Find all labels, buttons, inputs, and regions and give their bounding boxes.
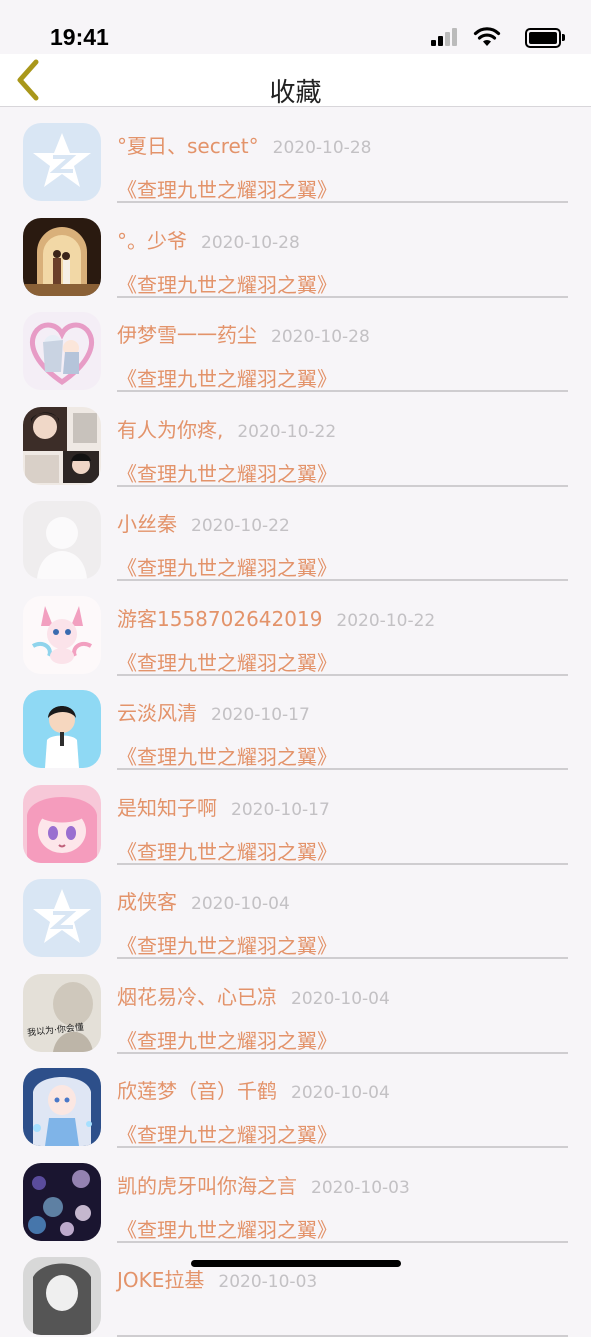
favorite-date: 2020-10-22 (237, 421, 337, 442)
user-name-text: 有人为你疼, (117, 417, 224, 442)
cellular-signal-icon (431, 28, 459, 46)
book-title-link[interactable]: 《查理九世之耀羽之翼》 (117, 363, 337, 392)
favorite-date: 2020-10-04 (191, 894, 290, 914)
user-name-text: 成侠客 (117, 890, 177, 914)
user-name: °夏日、secret° 2020-10-28 (117, 130, 371, 159)
cartoon-boy-avatar[interactable] (23, 690, 101, 768)
user-name: 游客1558702642019 2020-10-22 (117, 603, 435, 632)
favorite-date: 2020-10-17 (231, 799, 330, 820)
user-name-text: 游客1558702642019 (117, 606, 323, 631)
anime-pink-girl-avatar[interactable] (23, 784, 101, 863)
user-name: 凯的虎牙叫你海之言 2020-10-03 (117, 1170, 410, 1199)
user-name: 是知知子啊 2020-10-17 (117, 792, 330, 821)
list-item[interactable]: 小丝秦 2020-10-22 《查理九世之耀羽之翼》 (0, 484, 591, 581)
user-name-text: JOKE拉基 (117, 1268, 205, 1292)
user-name-text: 烟花易冷、心已凉 (117, 984, 277, 1009)
list-item[interactable]: 游客1558702642019 2020-10-22 《查理九世之耀羽之翼》 (0, 579, 591, 676)
book-title-link[interactable]: 《查理九世之耀羽之翼》 (117, 269, 337, 298)
book-title-link[interactable]: 《查理九世之耀羽之翼》 (117, 458, 337, 487)
user-name: 有人为你疼, 2020-10-22 (117, 414, 336, 443)
favorite-date: 2020-10-22 (336, 610, 436, 631)
book-title-link[interactable]: 《查理九世之耀羽之翼》 (117, 741, 337, 770)
book-title-link[interactable]: 《查理九世之耀羽之翼》 (117, 1119, 337, 1148)
list-item[interactable]: °。少爷 2020-10-28 《查理九世之耀羽之翼》 (0, 201, 591, 298)
book-title-link[interactable]: 《查理九世之耀羽之翼》 (117, 1214, 337, 1243)
archway-couple-avatar[interactable] (23, 217, 101, 296)
favorite-date: 2020-10-28 (271, 327, 370, 347)
favorite-date: 2020-10-17 (211, 705, 310, 725)
user-name-text: 伊梦雪一一药尘 (117, 323, 257, 347)
list-item[interactable]: 云淡风清 2020-10-17 《查理九世之耀羽之翼》 (0, 673, 591, 770)
user-name: 小丝秦 2020-10-22 (117, 508, 290, 537)
navigation-bar: 收藏 (0, 54, 591, 108)
user-name-text: 凯的虎牙叫你海之言 (117, 1173, 297, 1198)
list-item[interactable]: 有人为你疼, 2020-10-22 《查理九世之耀羽之翼》 (0, 390, 591, 487)
qq-default-avatar[interactable] (23, 123, 101, 201)
status-time: 19:41 (50, 24, 109, 50)
battery-icon (525, 28, 565, 48)
anime-blue-girl-avatar[interactable] (23, 1068, 101, 1146)
user-name: 烟花易冷、心已凉 2020-10-04 (117, 981, 390, 1010)
text-photo-avatar[interactable]: 我以为·你会懂 (23, 973, 101, 1052)
user-name-text: 是知知子啊 (117, 795, 217, 820)
favorite-date: 2020-10-04 (291, 1083, 390, 1103)
book-title-link[interactable]: 《查理九世之耀羽之翼》 (117, 930, 337, 959)
list-item[interactable]: 我以为·你会懂 烟花易冷、心已凉 2020-10-04 《查理九世之耀羽之翼》 (0, 957, 591, 1054)
collage-photo-avatar[interactable] (23, 406, 101, 485)
favorite-date: 2020-10-28 (201, 232, 300, 253)
user-name-text: °。少爷 (117, 228, 187, 253)
user-name-text: °夏日、secret° (117, 134, 259, 158)
status-bar: 19:41 (0, 0, 591, 54)
list-item[interactable]: 凯的虎牙叫你海之言 2020-10-03 《查理九世之耀羽之翼》 (0, 1146, 591, 1243)
home-indicator[interactable] (191, 1260, 401, 1267)
list-item[interactable]: 是知知子啊 2020-10-17 《查理九世之耀羽之翼》 (0, 768, 591, 865)
sketch-avatar[interactable] (23, 1257, 101, 1335)
favorite-date: 2020-10-04 (291, 988, 390, 1009)
user-name-text: 云淡风清 (117, 701, 197, 725)
list-item[interactable]: 伊梦雪一一药尘 2020-10-28 《查理九世之耀羽之翼》 (0, 295, 591, 392)
favorite-date: 2020-10-03 (311, 1177, 410, 1198)
list-item[interactable]: 成侠客 2020-10-04 《查理九世之耀羽之翼》 (0, 862, 591, 959)
book-title-link[interactable]: 《查理九世之耀羽之翼》 (117, 647, 337, 676)
night-bokeh-avatar[interactable] (23, 1162, 101, 1241)
user-name: 成侠客 2020-10-04 (117, 886, 290, 915)
wifi-icon (473, 27, 501, 46)
book-title-link[interactable]: 《查理九世之耀羽之翼》 (117, 1025, 337, 1054)
user-name-text: 欣莲梦（音）千鹤 (117, 1079, 277, 1103)
anime-heart-avatar[interactable] (23, 312, 101, 390)
user-name: 欣莲梦（音）千鹤 2020-10-04 (117, 1075, 390, 1104)
book-title-link[interactable]: 《查理九世之耀羽之翼》 (117, 836, 337, 865)
user-name: °。少爷 2020-10-28 (117, 225, 300, 254)
pink-pokemon-avatar[interactable] (23, 595, 101, 674)
favorite-date: 2020-10-22 (191, 516, 290, 536)
silhouette-avatar[interactable] (23, 501, 101, 579)
book-title-link[interactable]: 《查理九世之耀羽之翼》 (117, 552, 337, 581)
qq-default-avatar[interactable] (23, 879, 101, 957)
page-title: 收藏 (269, 78, 322, 108)
favorite-date: 2020-10-03 (218, 1272, 318, 1292)
list-item[interactable]: JOKE拉基 2020-10-03 (0, 1240, 591, 1337)
list-item[interactable]: °夏日、secret° 2020-10-28 《查理九世之耀羽之翼》 (0, 106, 591, 203)
user-name: 云淡风清 2020-10-17 (117, 697, 310, 726)
book-title-link[interactable]: 《查理九世之耀羽之翼》 (117, 174, 337, 203)
favorite-date: 2020-10-28 (272, 138, 372, 158)
user-name: JOKE拉基 2020-10-03 (117, 1264, 317, 1293)
list-item[interactable]: 欣莲梦（音）千鹤 2020-10-04 《查理九世之耀羽之翼》 (0, 1051, 591, 1148)
user-name-text: 小丝秦 (117, 512, 177, 536)
user-name: 伊梦雪一一药尘 2020-10-28 (117, 319, 370, 348)
